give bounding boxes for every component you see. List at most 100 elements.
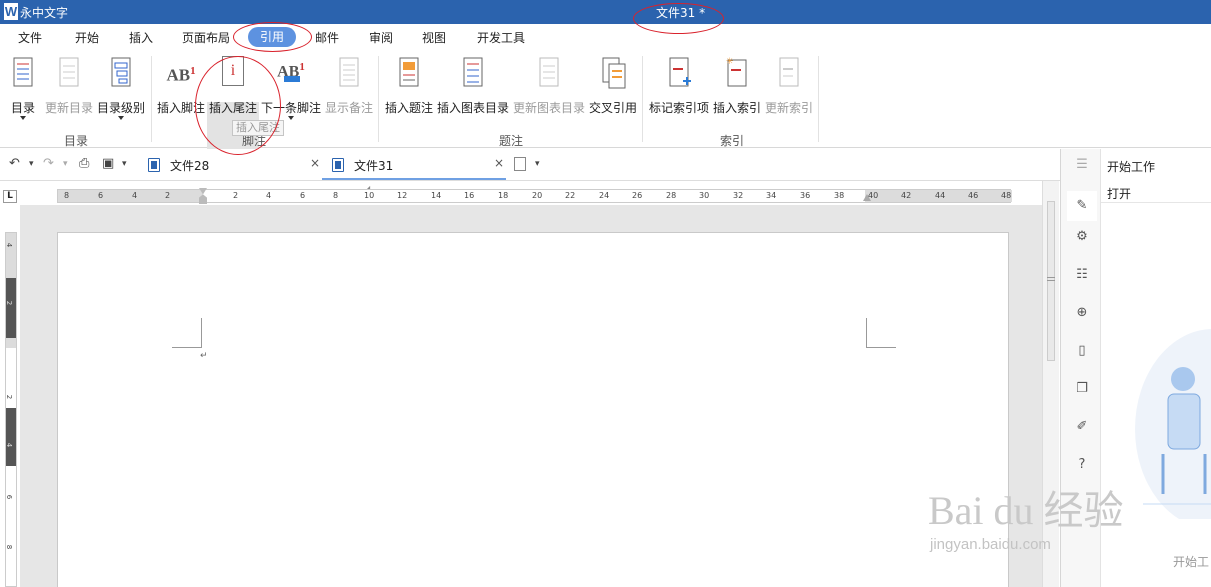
mark-index-entry-icon [669,57,691,87]
next-footnote-dropdown-icon[interactable] [288,116,294,120]
new-document-dropdown-icon[interactable]: ▾ [535,159,540,169]
cross-reference-label: 交叉引用 [588,101,637,115]
show-notes-button[interactable]: 显示备注 [324,54,374,130]
sliders-icon[interactable]: ⚙ [1074,229,1090,245]
insert-table-of-figures-label: 插入图表目录 [436,101,509,115]
update-toc-button[interactable]: 更新目录 [44,54,94,130]
update-index-label: 更新索引 [764,101,813,115]
redo-dropdown-icon[interactable]: ▾ [63,159,68,169]
pencil-icon[interactable]: ✎ [1067,191,1097,221]
insert-table-of-figures-button[interactable]: 插入图表目录 [436,54,510,130]
open-link[interactable]: 打开 [1107,185,1131,202]
insert-index-icon: ✳ [726,57,747,87]
help-icon[interactable]: ? [1074,457,1090,473]
document-page[interactable]: ↵ [57,232,1009,587]
copy-icon[interactable]: ❐ [1074,381,1090,397]
vertical-ruler-handle[interactable] [6,278,16,338]
ruler-tick: 6 [300,191,306,200]
ruler-tick: 4 [132,191,138,200]
update-index-button[interactable]: 更新索引 [764,54,814,130]
bookmark-icon[interactable]: ▯ [1074,343,1090,359]
horizontal-ruler[interactable]: 8 6 4 2 2 4 6 8 10 12 14 16 18 20 22 24 … [57,188,1012,204]
ruler-tick: 28 [666,191,677,200]
vertical-ruler-handle[interactable] [6,408,16,466]
ruler-tick: 4 [5,242,14,248]
ruler-tick: 2 [165,191,171,200]
group-separator [642,56,643,142]
app-logo-icon: W [4,3,18,20]
doc-tab-file31[interactable]: 文件31 × [332,149,506,180]
svg-text:✳: ✳ [726,57,734,67]
watermark-sub: jingyan.baidu.com [930,536,1051,553]
insert-index-label: 插入索引 [712,101,761,115]
ruler-tick: 18 [498,191,509,200]
doc-tab-name: 文件31 [354,159,394,173]
crop-mark-top-left [172,318,202,348]
save-icon[interactable]: ▣ [102,156,114,171]
insert-caption-button[interactable]: 插入题注 [383,54,435,130]
undo-dropdown-icon[interactable]: ▾ [29,159,34,169]
menu-home[interactable]: 开始 [75,29,99,46]
table-of-figures-icon [463,57,483,87]
ruler-tick: 4 [5,442,14,448]
group-label-toc: 目录 [64,134,89,148]
ruler-tick: 40 [868,191,879,200]
update-toc-icon [59,57,79,87]
group-label-caption: 题注 [499,134,524,148]
toc-button[interactable]: 目录 [6,54,40,130]
menu-view[interactable]: 视图 [422,29,446,46]
annotation-ellipse-title [633,3,724,34]
document-tab-bar: ↶ ▾ ↷ ▾ ⎙ ▣ ▾ 文件28 × 文件31 × ▾ [0,149,1060,181]
mark-index-entry-button[interactable]: 标记索引项 [648,54,710,130]
insert-caption-icon [399,57,419,87]
annotation-ellipse-endnote [195,56,281,155]
scrollbar-thumb[interactable] [1047,201,1055,361]
ruler-tick: 48 [1001,191,1012,200]
quick-access-dropdown-icon[interactable]: ▾ [122,159,127,169]
tab-stop-selector[interactable]: L [3,190,17,203]
insert-index-button[interactable]: ✳ 插入索引 [712,54,762,130]
print-preview-icon[interactable]: ⎙ [79,156,89,171]
ruler-tick: 2 [5,300,14,306]
ruler-tick: 46 [968,191,979,200]
new-document-icon[interactable] [514,157,526,171]
start-label: 开始工 [1173,555,1210,569]
redo-icon[interactable]: ↷ [43,156,54,171]
menu-mailings[interactable]: 邮件 [315,29,339,46]
ruler-tick: 8 [333,191,339,200]
ruler-left-margin [58,190,203,202]
footnote-icon: AB1 [166,56,196,90]
footnote-icon-text: AB [166,65,191,85]
menu-developer[interactable]: 开发工具 [477,29,525,46]
close-icon[interactable]: × [494,156,504,170]
group-separator [818,56,819,142]
ruler-tick: 26 [632,191,643,200]
paragraph-mark: ↵ [200,351,208,361]
insert-caption-label: 插入题注 [384,101,433,115]
toc-level-dropdown-icon[interactable] [118,116,124,120]
lock-icon[interactable]: ⊕ [1074,305,1090,321]
close-icon[interactable]: × [310,156,320,170]
menu-page-layout[interactable]: 页面布局 [182,29,230,46]
scrollbar-grip [1047,280,1055,281]
update-table-of-figures-button[interactable]: 更新图表目录 [512,54,586,130]
outline-icon[interactable]: ☷ [1074,267,1090,283]
menu-insert[interactable]: 插入 [129,29,153,46]
ruler-tick: 38 [834,191,845,200]
vertical-ruler[interactable]: 4 2 2 4 6 8 [5,232,17,587]
menu-review[interactable]: 审阅 [369,29,393,46]
toc-level-button[interactable]: 目录级别 [96,54,146,130]
active-tab-indicator [322,178,506,180]
menu-file[interactable]: 文件 [18,29,42,46]
cross-reference-icon [602,57,626,89]
toc-dropdown-icon[interactable] [20,116,26,120]
document-icon [332,158,344,172]
ruler-tick: 16 [464,191,475,200]
update-toc-label: 更新目录 [44,101,93,115]
ruler-tick: 42 [901,191,912,200]
edit-icon[interactable]: ✐ [1074,419,1090,435]
cross-reference-button[interactable]: 交叉引用 [588,54,638,130]
ruler-tick: 12 [397,191,408,200]
undo-icon[interactable]: ↶ [9,156,20,171]
annotation-ellipse-references [233,22,312,52]
